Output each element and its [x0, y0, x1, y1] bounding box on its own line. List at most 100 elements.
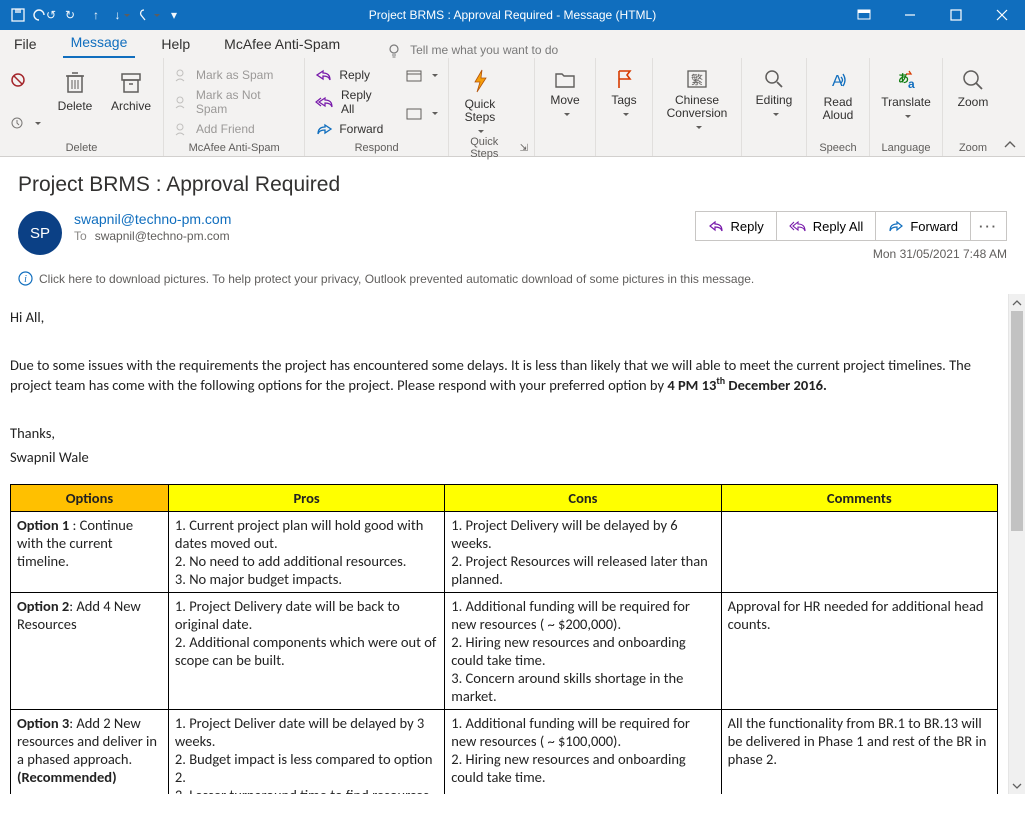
folder-move-icon [553, 68, 577, 90]
body-paragraph: Due to some issues with the requirements… [10, 356, 998, 394]
save-icon[interactable] [6, 3, 30, 27]
minimize-icon[interactable] [887, 0, 933, 30]
from-address[interactable]: swapnil@techno-pm.com [74, 211, 683, 227]
to-address[interactable]: swapnil@techno-pm.com [95, 229, 230, 243]
ribbon-group-delete: Delete Archive Delete [0, 58, 164, 156]
received-date: Mon 31/05/2021 7:48 AM [695, 247, 1007, 261]
window-controls [841, 0, 1025, 30]
forward-icon [888, 220, 904, 232]
archive-button[interactable]: Archive [105, 62, 157, 113]
reply-label: Reply [339, 68, 370, 82]
ribbon-group-quicksteps: Quick Steps Quick Steps ⇲ [449, 58, 535, 156]
scroll-down-icon[interactable] [1009, 777, 1025, 794]
group-label-mcafee: McAfee Anti-Spam [170, 140, 298, 154]
delete-button[interactable]: Delete [49, 62, 101, 113]
th-cons: Cons [445, 484, 721, 511]
chinese-icon: 繁 [685, 68, 709, 90]
ribbon: Delete Archive Delete Mark as Spam Mark … [0, 58, 1025, 157]
attachment-icon[interactable] [136, 3, 160, 27]
message-body-area: Hi All, Due to some issues with the requ… [0, 294, 1025, 794]
prev-item-icon[interactable]: ↑ [84, 3, 108, 27]
signature: Swapnil Wale [10, 448, 998, 466]
quick-access-toolbar: ↺ ↻ ↑ ↓ ▾ [0, 3, 186, 27]
tab-mcafee[interactable]: McAfee Anti-Spam [216, 32, 348, 58]
avatar[interactable]: SP [18, 211, 62, 255]
tab-message[interactable]: Message [63, 30, 136, 58]
cell-cons: 1. Additional funding will be required f… [445, 592, 721, 709]
forward-button[interactable]: Forward [311, 120, 391, 138]
cell-pros: 1. Current project plan will hold good w… [168, 511, 444, 592]
vertical-scrollbar[interactable] [1008, 294, 1025, 794]
editing-button[interactable]: Editing [748, 62, 800, 117]
search-icon [763, 68, 785, 90]
ribbon-group-zoom: Zoom Zoom [943, 58, 1003, 156]
lightbulb-icon [386, 42, 402, 58]
maximize-icon[interactable] [933, 0, 979, 30]
ribbon-group-tags: Tags [596, 58, 653, 156]
junk-icon[interactable] [6, 70, 45, 90]
move-label: Move [550, 94, 579, 107]
scroll-thumb[interactable] [1011, 311, 1023, 531]
menu-tabs: File Message Help McAfee Anti-Spam Tell … [0, 30, 1025, 58]
scroll-up-icon[interactable] [1009, 294, 1025, 311]
more-respond-icon[interactable] [401, 104, 442, 122]
group-label-language: Language [876, 140, 936, 154]
chinese-conversion-button[interactable]: 繁 Chinese Conversion [659, 62, 735, 130]
ribbon-group-editing: Editing [742, 58, 807, 156]
header-reply-button[interactable]: Reply [695, 211, 776, 241]
thanks: Thanks, [10, 424, 998, 442]
tags-button[interactable]: Tags [602, 62, 646, 117]
header-forward-button[interactable]: Forward [875, 211, 971, 241]
tell-me[interactable]: Tell me what you want to do [386, 42, 558, 58]
group-label-respond: Respond [311, 140, 442, 154]
move-button[interactable]: Move [541, 62, 589, 117]
next-item-icon[interactable]: ↓ [110, 3, 134, 27]
translate-label: Translate [881, 96, 931, 109]
mark-as-spam-button: Mark as Spam [170, 66, 298, 84]
scroll-track[interactable] [1009, 311, 1025, 777]
group-label-zoom: Zoom [949, 140, 997, 154]
delete-label: Delete [58, 100, 93, 113]
zoom-button[interactable]: Zoom [949, 62, 997, 109]
quick-steps-label: Quick Steps [465, 98, 496, 124]
cell-option: Option 1 : Continue with the current tim… [11, 511, 169, 592]
tab-help[interactable]: Help [153, 32, 198, 58]
info-icon: i [18, 271, 33, 286]
ribbon-group-speech: A Read Aloud Speech [807, 58, 870, 156]
ribbon-group-mcafee: Mark as Spam Mark as Not Spam Add Friend… [164, 58, 305, 156]
read-aloud-button[interactable]: A Read Aloud [813, 62, 863, 122]
quick-steps-button[interactable]: Quick Steps [455, 62, 505, 134]
reply-button[interactable]: Reply [311, 66, 391, 84]
ribbon-group-language: あa Translate Language [870, 58, 943, 156]
reply-all-button[interactable]: Reply All [311, 86, 391, 118]
junk-dropdown-icon[interactable] [6, 114, 45, 132]
more-actions-button[interactable]: ··· [970, 211, 1007, 241]
meeting-icon[interactable] [401, 66, 442, 84]
deadline-pre: 4 PM 13 [667, 376, 716, 394]
redo-icon[interactable]: ↻ [58, 3, 82, 27]
ellipsis-icon: ··· [979, 219, 998, 234]
subject: Project BRMS : Approval Required [18, 173, 1007, 197]
collapse-ribbon-icon[interactable] [1003, 58, 1025, 156]
group-label-speech: Speech [813, 140, 863, 154]
header-reply-all-button[interactable]: Reply All [776, 211, 877, 241]
ribbon-display-icon[interactable] [841, 0, 887, 30]
header-forward-label: Forward [910, 219, 958, 234]
reply-icon [708, 220, 724, 232]
close-icon[interactable] [979, 0, 1025, 30]
table-row: Option 3: Add 2 New resources and delive… [11, 709, 998, 794]
undo-icon[interactable]: ↺ [32, 3, 56, 27]
tab-file[interactable]: File [6, 32, 45, 58]
person-plus-icon [174, 122, 190, 136]
download-pictures-bar[interactable]: i Click here to download pictures. To he… [18, 271, 1007, 286]
tell-me-label: Tell me what you want to do [410, 43, 558, 57]
translate-button[interactable]: あa Translate [876, 62, 936, 119]
archive-icon [118, 68, 144, 96]
read-aloud-label: Read Aloud [823, 96, 854, 122]
th-pros: Pros [168, 484, 444, 511]
qat-customize-icon[interactable]: ▾ [162, 3, 186, 27]
mark-as-spam-label: Mark as Spam [196, 68, 273, 82]
ribbon-group-respond: Reply Reply All Forward Respond [305, 58, 449, 156]
cell-pros: 1. Project Deliver date will be delayed … [168, 709, 444, 794]
dialog-launcher-icon[interactable]: ⇲ [520, 143, 528, 154]
